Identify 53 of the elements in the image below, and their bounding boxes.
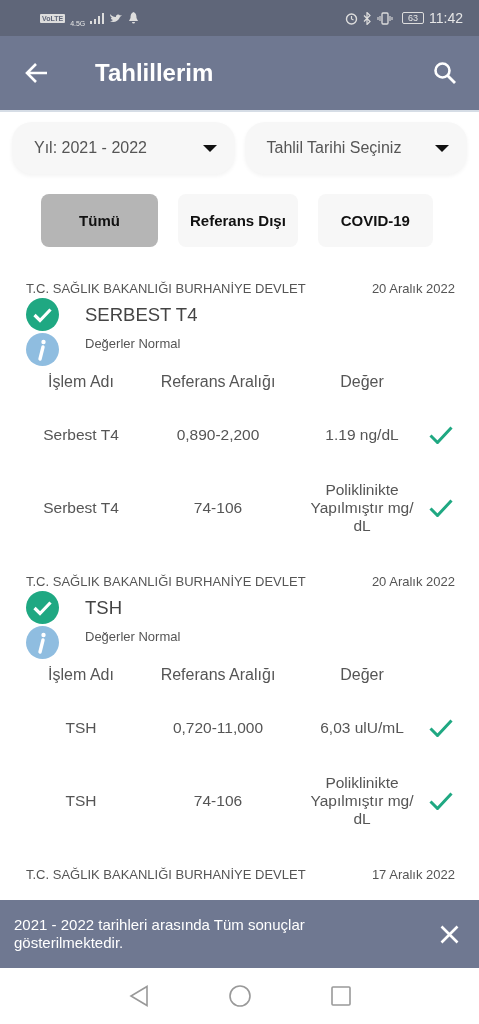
home-nav-icon[interactable] (228, 985, 251, 1007)
caret-icon (202, 144, 217, 152)
table-cell-text: Poliklinikte Yapılmıştır mg/ dL (309, 773, 415, 828)
test-title: TSH (85, 596, 122, 619)
search-icon[interactable] (433, 61, 457, 85)
table-cell-text: 0,890-2,200 (175, 425, 261, 444)
info-icon (26, 626, 59, 659)
filter-dropdown[interactable]: Tahlil Tarihi Seçiniz (244, 122, 467, 174)
result-date: 17 Aralık 2022 (371, 867, 455, 882)
filter-tab[interactable]: Referans Dışı (178, 194, 298, 247)
table-cell-text: TSH (64, 718, 98, 737)
column-header: Referans Aralığı (159, 373, 277, 391)
column-header: İşlem Adı (47, 373, 115, 391)
clock-time: 11:42 (429, 10, 463, 26)
table-cell-text: 74-106 (192, 791, 244, 810)
filter-tab[interactable]: Tümü (41, 194, 158, 247)
column-header: Referans Aralığı (159, 666, 277, 684)
table-cell-text: 6,03 ulU/mL (319, 718, 405, 737)
filter-dropdown[interactable]: Yıl: 2021 - 2022 (12, 122, 235, 174)
vibrate-icon (377, 11, 393, 25)
bird-icon (109, 12, 124, 24)
column-header: İşlem Adı (47, 666, 115, 684)
snackbar-message: 2021 - 2022 tarihleri arasında Tüm sonuçlar gösterilmektedir. (14, 916, 306, 952)
alarm-icon (345, 11, 358, 25)
table-cell-text: Poliklinikte Yapılmıştır mg/ dL (309, 480, 415, 535)
institution-name: T.C. SAĞLIK BAKANLIĞI BURHANİYE DEVLET (26, 867, 306, 882)
table-cell-text: Serbest T4 (42, 425, 120, 444)
screen-title: Tahlillerim (95, 59, 215, 87)
back-nav-icon[interactable] (128, 985, 149, 1007)
bluetooth-icon (363, 11, 372, 25)
caret-icon (435, 144, 449, 152)
column-header: Değer (339, 373, 385, 391)
filter-tab[interactable]: COVID-19 (317, 194, 433, 247)
table-cell-text: Serbest T4 (42, 498, 120, 517)
institution-name: T.C. SAĞLIK BAKANLIĞI BURHANİYE DEVLET (26, 574, 306, 589)
table-cell-text: 1.19 ng/dL (324, 425, 400, 444)
status-note: Değerler Normal (85, 336, 181, 351)
table-cell-text: 0,720-11,000 (171, 718, 265, 737)
status-note: Değerler Normal (85, 629, 181, 644)
test-title: SERBEST T4 (85, 303, 198, 326)
info-icon (26, 333, 59, 366)
result-date: 20 Aralık 2022 (371, 281, 455, 296)
institution-name: T.C. SAĞLIK BAKANLIĞI BURHANİYE DEVLET (26, 281, 306, 296)
battery-level: 63 (402, 12, 424, 24)
bell-icon (128, 12, 140, 24)
table-cell-text: TSH (64, 791, 98, 810)
column-header: Değer (339, 666, 385, 684)
back-arrow-icon[interactable] (25, 62, 49, 84)
recents-nav-icon[interactable] (330, 986, 351, 1006)
close-icon[interactable] (440, 924, 459, 944)
signal-icon (90, 12, 105, 24)
result-date: 20 Aralık 2022 (371, 574, 455, 589)
table-cell-text: 74-106 (192, 498, 244, 517)
